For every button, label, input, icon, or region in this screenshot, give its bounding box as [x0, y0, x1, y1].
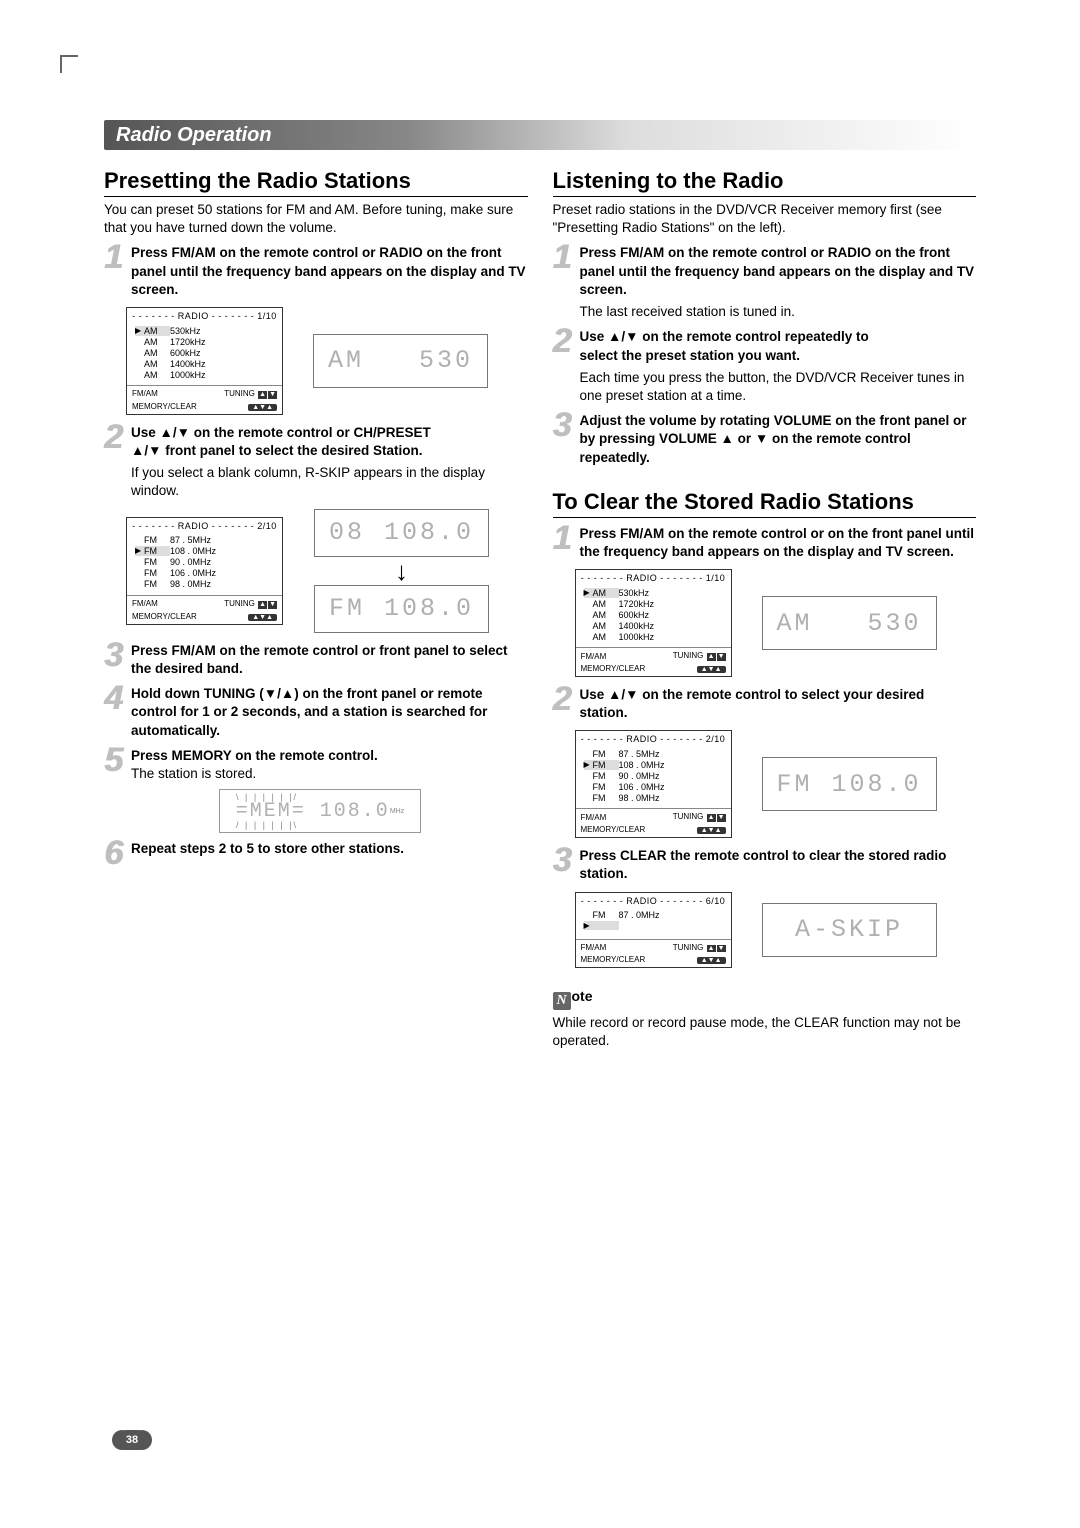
- r-step2-line1: Use ▲/▼ on the remote control repeatedly…: [580, 329, 869, 344]
- lcd-display-5: A-SKIP: [762, 903, 937, 957]
- lcd3-value: 530: [867, 609, 921, 638]
- page-number-badge: 38: [116, 1430, 148, 1450]
- step-number-6: 6: [104, 839, 128, 868]
- r-step-number-3: 3: [553, 411, 577, 440]
- presetting-intro: You can preset 50 stations for FM and AM…: [104, 201, 528, 237]
- listening-heading: Listening to the Radio: [553, 168, 977, 197]
- lcd4-band: FM: [777, 770, 813, 799]
- c-step-number-3: 3: [553, 846, 577, 875]
- page-title: Radio Operation: [116, 124, 272, 147]
- note-label: ote: [572, 988, 593, 1004]
- r-step2-sub: Each time you press the button, the DVD/…: [580, 369, 977, 405]
- step2-line1: Use ▲/▼ on the remote control or CH/PRES…: [131, 425, 431, 440]
- osd-panel-5: - - - - - - - RADIO - - - - - - - 6/10FM…: [575, 892, 732, 969]
- step5-bold: Press MEMORY on the remote control.: [131, 748, 378, 763]
- r-step1-text: Press FM/AM on the remote control or RAD…: [580, 245, 975, 296]
- step-number-4: 4: [104, 684, 128, 713]
- lcd-display-2b: FM 108.0: [314, 585, 489, 633]
- step-number-3: 3: [104, 641, 128, 670]
- section-title-bar: Radio Operation: [104, 120, 976, 150]
- arrow-down-icon: ↓: [395, 558, 408, 584]
- listening-intro: Preset radio stations in the DVD/VCR Rec…: [553, 201, 977, 237]
- step1-text: Press FM/AM on the remote control or RAD…: [131, 245, 526, 296]
- osd-panel-1: - - - - - - - RADIO - - - - - - - 1/10▶A…: [126, 307, 283, 415]
- lcd2b-left: FM: [329, 594, 365, 623]
- presetting-heading: Presetting the Radio Stations: [104, 168, 528, 197]
- crop-mark: [60, 55, 78, 73]
- c-step-number-2: 2: [553, 685, 577, 714]
- step2-sub: If you select a blank column, R-SKIP app…: [131, 464, 528, 500]
- note-text: While record or record pause mode, the C…: [553, 1014, 977, 1050]
- r-step-number-1: 1: [553, 243, 577, 272]
- r-step1-sub: The last received station is tuned in.: [580, 303, 977, 321]
- note-heading: Note: [553, 988, 977, 1010]
- memory-lcd: \ | | | | | |/ =MEM= 108.0MHz / | | | | …: [219, 789, 421, 833]
- lcd1-band: AM: [328, 346, 364, 375]
- osd-panel-4: - - - - - - - RADIO - - - - - - - 2/10FM…: [575, 730, 732, 838]
- lcd-display-1: AM 530: [313, 334, 488, 388]
- r-step-number-2: 2: [553, 327, 577, 356]
- c-step-number-1: 1: [553, 524, 577, 553]
- c-step1-text: Press FM/AM on the remote control or on …: [580, 526, 975, 559]
- step6-text: Repeat steps 2 to 5 to store other stati…: [131, 841, 404, 856]
- step-number-2: 2: [104, 423, 128, 452]
- c-step3-text: Press CLEAR the remote control to clear …: [580, 848, 947, 881]
- c-step2-text: Use ▲/▼ on the remote control to select …: [580, 687, 925, 720]
- lcd4-value: 108.0: [831, 770, 921, 799]
- lcd-display-3: AM 530: [762, 596, 937, 650]
- note-icon: N: [553, 992, 571, 1010]
- lcd2b-right: 108.0: [384, 594, 474, 623]
- osd-panel-2: - - - - - - - RADIO - - - - - - - 2/10FM…: [126, 517, 283, 625]
- r-step2-line2: select the preset station you want.: [580, 348, 801, 363]
- lcd3-band: AM: [777, 609, 813, 638]
- lcd-display-2a: 08 108.0: [314, 509, 489, 557]
- step2-line2: ▲/▼ front panel to select the desired St…: [131, 443, 423, 458]
- lcd5-value: A-SKIP: [795, 915, 903, 944]
- lcd-display-4: FM 108.0: [762, 757, 937, 811]
- step3-text: Press FM/AM on the remote control or fro…: [131, 643, 508, 676]
- osd-panel-3: - - - - - - - RADIO - - - - - - - 1/10▶A…: [575, 569, 732, 677]
- lcd2a-left: 08: [329, 518, 365, 547]
- clear-heading: To Clear the Stored Radio Stations: [553, 489, 977, 518]
- step5-sub: The station is stored.: [131, 766, 256, 781]
- step4-text: Hold down TUNING (▼/▲) on the front pane…: [131, 686, 487, 737]
- step-number-1: 1: [104, 243, 128, 272]
- lcd1-value: 530: [419, 346, 473, 375]
- lcd2a-right: 108.0: [384, 518, 474, 547]
- r-step3-text: Adjust the volume by rotating VOLUME on …: [580, 413, 967, 464]
- step-number-5: 5: [104, 746, 128, 775]
